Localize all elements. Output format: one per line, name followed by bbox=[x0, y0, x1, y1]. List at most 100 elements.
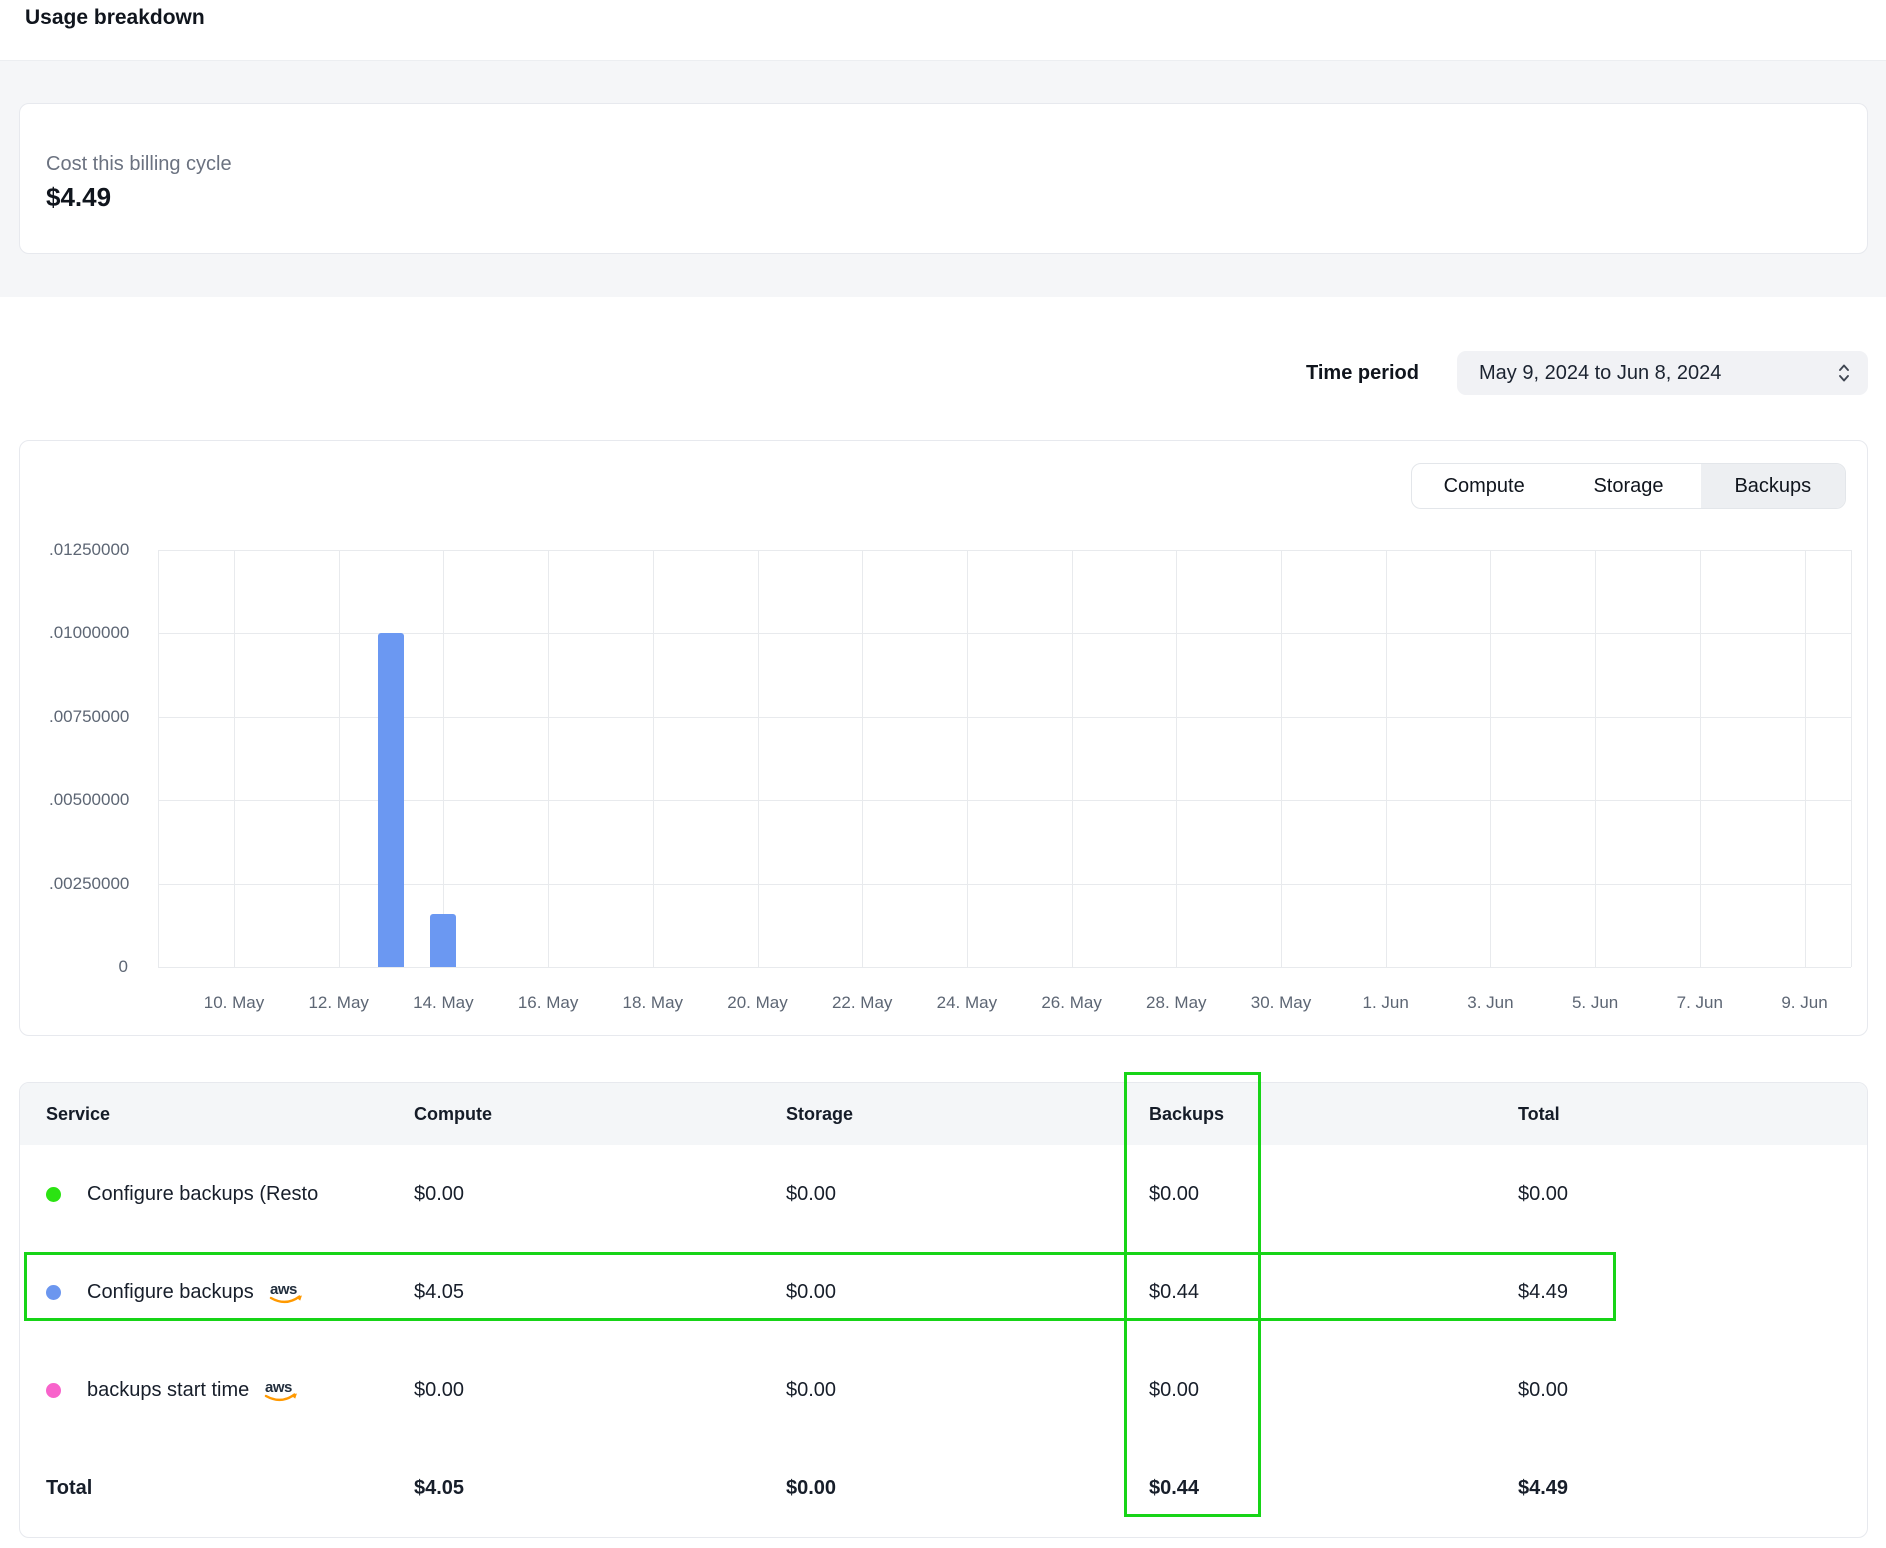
usage-table-card: ServiceComputeStorageBackupsTotalConfigu… bbox=[19, 1082, 1868, 1538]
tab-storage[interactable]: Storage bbox=[1556, 464, 1700, 508]
storage-value: $0.00 bbox=[786, 1183, 1149, 1206]
x-gridline bbox=[1595, 550, 1596, 967]
service-color-dot bbox=[46, 1187, 61, 1202]
y-axis-tick-label: .01000000 bbox=[49, 623, 128, 643]
x-gridline bbox=[548, 550, 549, 967]
column-header-backups: Backups bbox=[1149, 1104, 1518, 1125]
table-row: backups start timeaws$0.00$0.00$0.00$0.0… bbox=[20, 1341, 1867, 1439]
usage-bar-14may bbox=[430, 914, 456, 967]
service-name: Configure backups (Resto bbox=[87, 1183, 318, 1206]
x-axis-tick-label: 7. Jun bbox=[1650, 993, 1750, 1013]
x-gridline bbox=[234, 550, 235, 967]
table-row: Configure backups aws $4.05$0.00$0.44$4.49 bbox=[20, 1243, 1867, 1341]
x-gridline bbox=[1072, 550, 1073, 967]
compute-total-value: $4.05 bbox=[414, 1477, 786, 1500]
y-axis-tick-label: .00500000 bbox=[49, 790, 128, 810]
table-row: Configure backups (Resto$0.00$0.00$0.00$… bbox=[20, 1145, 1867, 1243]
chart-metric-tabs: ComputeStorageBackups bbox=[1411, 463, 1846, 509]
x-axis-tick-label: 20. May bbox=[708, 993, 808, 1013]
y-axis-tick-label: 0 bbox=[49, 957, 128, 977]
x-gridline bbox=[1700, 550, 1701, 967]
storage-value: $0.00 bbox=[786, 1281, 1149, 1304]
service-color-dot bbox=[46, 1285, 61, 1300]
aws-icon: aws bbox=[266, 1278, 306, 1312]
total-row-label: Total bbox=[20, 1477, 414, 1500]
unfold-chevron-icon bbox=[1836, 362, 1852, 384]
x-axis-tick-label: 24. May bbox=[917, 993, 1017, 1013]
y-gridline bbox=[158, 633, 1851, 634]
x-axis-tick-label: 26. May bbox=[1022, 993, 1122, 1013]
y-axis-line bbox=[158, 550, 159, 967]
service-color-dot bbox=[46, 1383, 61, 1398]
x-axis-tick-label: 5. Jun bbox=[1545, 993, 1645, 1013]
time-period-select[interactable]: May 9, 2024 to Jun 8, 2024 bbox=[1457, 351, 1868, 395]
column-header-service: Service bbox=[20, 1104, 414, 1125]
tab-compute[interactable]: Compute bbox=[1412, 464, 1556, 508]
x-axis-tick-label: 12. May bbox=[289, 993, 389, 1013]
y-gridline bbox=[158, 967, 1851, 968]
backups-value: $0.44 bbox=[1149, 1281, 1518, 1304]
tab-backups[interactable]: Backups bbox=[1701, 464, 1845, 508]
x-axis-tick-label: 16. May bbox=[498, 993, 598, 1013]
total-total-value: $4.49 bbox=[1518, 1477, 1865, 1500]
x-axis-tick-label: 18. May bbox=[603, 993, 703, 1013]
cost-label: Cost this billing cycle bbox=[46, 153, 232, 176]
plot-right-edge bbox=[1851, 550, 1852, 967]
x-gridline bbox=[653, 550, 654, 967]
y-axis-tick-label: .00750000 bbox=[49, 707, 128, 727]
x-axis-tick-label: 28. May bbox=[1126, 993, 1226, 1013]
table-total-row: Total$4.05$0.00$0.44$4.49 bbox=[20, 1439, 1867, 1537]
time-period-value: May 9, 2024 to Jun 8, 2024 bbox=[1457, 362, 1836, 385]
total-value: $0.00 bbox=[1518, 1379, 1865, 1402]
y-gridline bbox=[158, 884, 1851, 885]
total-value: $4.49 bbox=[1518, 1281, 1865, 1304]
y-axis-tick-label: .00250000 bbox=[49, 874, 128, 894]
svg-text:aws: aws bbox=[265, 1379, 292, 1396]
x-gridline bbox=[339, 550, 340, 967]
usage-breakdown-page: Usage breakdown Cost this billing cycle … bbox=[0, 0, 1886, 1548]
cost-amount: $4.49 bbox=[46, 182, 111, 213]
column-header-total: Total bbox=[1518, 1104, 1865, 1125]
x-gridline bbox=[1176, 550, 1177, 967]
time-period-label: Time period bbox=[1230, 362, 1419, 385]
table-header-row: ServiceComputeStorageBackupsTotal bbox=[20, 1083, 1867, 1145]
backups-value: $0.00 bbox=[1149, 1183, 1518, 1206]
compute-value: $0.00 bbox=[414, 1183, 786, 1206]
service-cell: Configure backups aws bbox=[20, 1272, 414, 1312]
usage-bar-13may bbox=[378, 633, 404, 967]
x-gridline bbox=[967, 550, 968, 967]
service-name: backups start time bbox=[87, 1379, 249, 1402]
y-gridline bbox=[158, 717, 1851, 718]
backups-total-value: $0.44 bbox=[1149, 1477, 1518, 1500]
aws-icon: aws bbox=[261, 1376, 301, 1410]
column-header-storage: Storage bbox=[786, 1104, 1149, 1125]
x-gridline bbox=[1281, 550, 1282, 967]
page-title: Usage breakdown bbox=[25, 6, 205, 30]
y-gridline bbox=[158, 550, 1851, 551]
compute-value: $0.00 bbox=[414, 1379, 786, 1402]
bar-chart-plot bbox=[158, 550, 1851, 967]
x-axis-tick-label: 14. May bbox=[393, 993, 493, 1013]
x-gridline bbox=[862, 550, 863, 967]
y-gridline bbox=[158, 800, 1851, 801]
x-gridline bbox=[1805, 550, 1806, 967]
service-cell: backups start time aws bbox=[20, 1370, 414, 1410]
storage-value: $0.00 bbox=[786, 1379, 1149, 1402]
x-axis-tick-label: 3. Jun bbox=[1440, 993, 1540, 1013]
svg-text:aws: aws bbox=[270, 1281, 297, 1298]
compute-value: $4.05 bbox=[414, 1281, 786, 1304]
x-gridline bbox=[443, 550, 444, 967]
x-gridline bbox=[1386, 550, 1387, 967]
service-cell: Configure backups (Resto bbox=[20, 1183, 414, 1206]
cost-card: Cost this billing cycle $4.49 bbox=[19, 103, 1868, 254]
usage-chart-card: ComputeStorageBackups .01250000.01000000… bbox=[19, 440, 1868, 1036]
backups-value: $0.00 bbox=[1149, 1379, 1518, 1402]
storage-total-value: $0.00 bbox=[786, 1477, 1149, 1500]
service-name: Configure backups bbox=[87, 1281, 254, 1304]
x-axis-tick-label: 30. May bbox=[1231, 993, 1331, 1013]
x-gridline bbox=[758, 550, 759, 967]
total-value: $0.00 bbox=[1518, 1183, 1865, 1206]
x-gridline bbox=[1490, 550, 1491, 967]
column-header-compute: Compute bbox=[414, 1104, 786, 1125]
x-axis-tick-label: 10. May bbox=[184, 993, 284, 1013]
